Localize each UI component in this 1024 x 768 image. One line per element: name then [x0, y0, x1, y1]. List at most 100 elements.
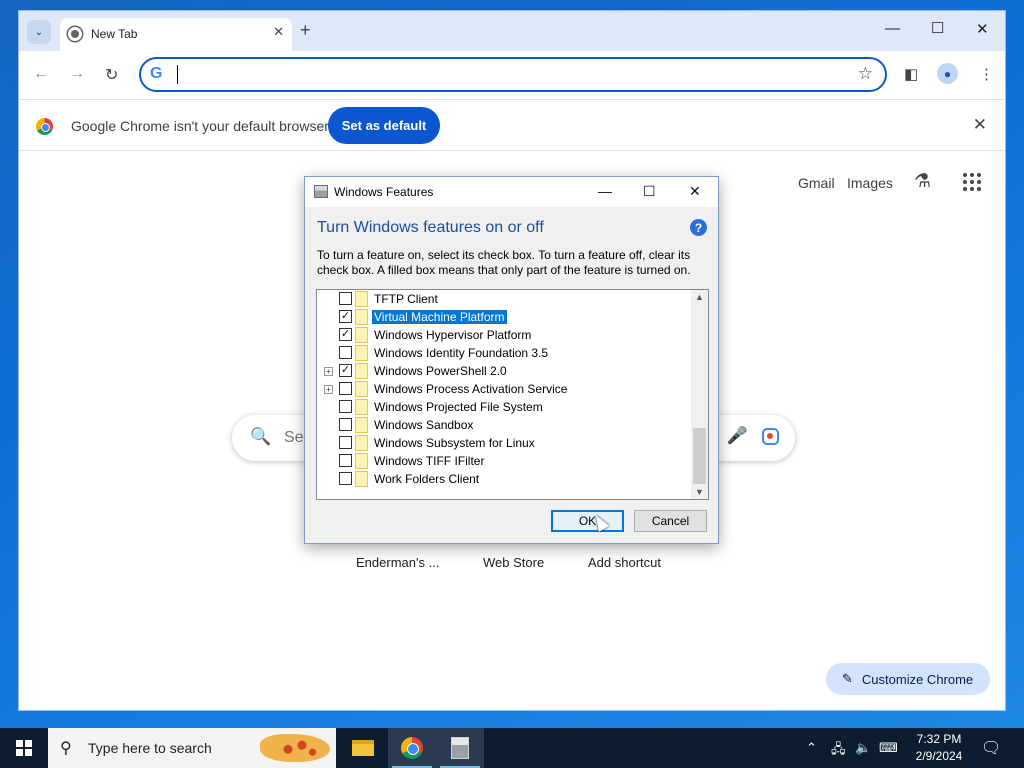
keyboard-icon[interactable]: ⌨	[879, 740, 898, 756]
feature-row[interactable]: Windows TIFF IFilter	[317, 452, 692, 470]
feature-label: Windows PowerShell 2.0	[374, 364, 507, 378]
google-g-icon: G	[150, 65, 163, 82]
folder-icon	[355, 309, 368, 325]
forward-arrow-icon[interactable]: →	[69, 65, 85, 83]
taskbar-search-placeholder: Type here to search	[88, 740, 212, 756]
dialog-title: Windows Features	[334, 185, 434, 199]
features-tree-list[interactable]: TFTP Client ✓ Virtual Machine Platform ✓ Win…	[316, 289, 709, 500]
feature-row[interactable]: Work Folders Client	[317, 470, 692, 488]
text-caret	[177, 65, 178, 84]
scroll-up-icon[interactable]: ▲	[695, 292, 704, 302]
feature-checkbox[interactable]	[339, 400, 352, 413]
dialog-heading: Turn Windows features on or off	[317, 219, 544, 236]
reload-icon[interactable]: ↻	[105, 65, 118, 85]
file-explorer-icon[interactable]	[339, 728, 387, 768]
feature-row[interactable]: Windows Sandbox	[317, 416, 692, 434]
tab-strip: ⌄ New Tab ✕ + — ☐ ✕	[19, 11, 1005, 51]
folder-icon	[355, 435, 368, 451]
set-as-default-button[interactable]: Set as default	[328, 107, 440, 144]
feature-row[interactable]: ✓ Windows Hypervisor Platform	[317, 326, 692, 344]
tab-close-icon[interactable]: ✕	[273, 24, 284, 40]
feature-row[interactable]: Windows Projected File System	[317, 398, 692, 416]
infobar-close-icon[interactable]: ✕	[973, 115, 987, 135]
feature-checkbox[interactable]	[339, 418, 352, 431]
shortcut-endermans[interactable]: Enderman's ...	[356, 555, 439, 570]
gmail-link[interactable]: Gmail	[798, 175, 835, 191]
dialog-close-icon[interactable]: ✕	[689, 183, 701, 200]
minimize-icon[interactable]: —	[885, 20, 900, 37]
feature-row[interactable]: Windows Subsystem for Linux	[317, 434, 692, 452]
dialog-description: To turn a feature on, select its check b…	[317, 248, 691, 277]
network-icon[interactable]: 🖧	[831, 740, 846, 762]
feature-checkbox[interactable]	[339, 382, 352, 395]
feature-checkbox[interactable]: ✓	[339, 364, 352, 377]
profile-avatar-icon[interactable]: ●	[937, 63, 958, 84]
feature-label: TFTP Client	[374, 292, 438, 306]
feature-row[interactable]: + Windows Process Activation Service	[317, 380, 692, 398]
labs-flask-icon[interactable]: ⚗	[914, 170, 931, 193]
voice-search-icon[interactable]: 🎤	[727, 426, 748, 446]
address-bar[interactable]: G ☆	[139, 57, 887, 92]
more-menu-icon[interactable]: ⋮	[979, 65, 994, 83]
folder-icon	[355, 453, 368, 469]
customize-chrome-button[interactable]: ✎ Customize Chrome	[826, 663, 990, 695]
feature-checkbox[interactable]: ✓	[339, 328, 352, 341]
taskbar-search-box[interactable]: ⚲ Type here to search	[48, 728, 336, 768]
cancel-button[interactable]: Cancel	[634, 510, 707, 532]
start-button[interactable]	[0, 728, 48, 768]
google-apps-icon[interactable]	[963, 173, 981, 191]
windows-features-icon[interactable]	[436, 728, 484, 768]
feature-label: Virtual Machine Platform	[371, 309, 508, 325]
google-lens-icon[interactable]	[762, 428, 779, 445]
scroll-down-icon[interactable]: ▼	[695, 487, 704, 497]
expand-plus-icon[interactable]: +	[324, 385, 333, 394]
browser-toolbar: ← → ↻ G ☆ ◧ ● ⋮	[19, 51, 1005, 98]
tab-new-tab[interactable]: New Tab ✕	[60, 18, 292, 51]
features-scrollbar[interactable]: ▲ ▼	[691, 290, 708, 499]
expand-plus-icon[interactable]: +	[324, 367, 333, 376]
clock-time: 7:32 PM	[916, 732, 962, 746]
tab-search-button[interactable]: ⌄	[27, 20, 51, 44]
shortcut-web-store[interactable]: Web Store	[483, 555, 544, 570]
side-panel-icon[interactable]: ◧	[904, 65, 918, 83]
tab-title: New Tab	[91, 27, 138, 41]
feature-label: Windows Subsystem for Linux	[374, 436, 535, 450]
folder-icon	[355, 399, 368, 415]
feature-checkbox[interactable]	[339, 346, 352, 359]
chrome-icon[interactable]	[388, 728, 436, 768]
back-arrow-icon[interactable]: ←	[33, 65, 49, 83]
dialog-minimize-icon[interactable]: —	[598, 183, 612, 199]
shortcut-add[interactable]: Add shortcut	[588, 555, 661, 570]
feature-checkbox[interactable]	[339, 454, 352, 467]
feature-checkbox[interactable]	[339, 292, 352, 305]
pencil-icon: ✎	[842, 671, 853, 686]
ok-button[interactable]: OK	[551, 510, 624, 532]
feature-checkbox[interactable]: ✓	[339, 310, 352, 323]
dialog-titlebar[interactable]: Windows Features — ☐ ✕	[305, 177, 718, 207]
folder-icon	[355, 417, 368, 433]
dialog-maximize-icon[interactable]: ☐	[643, 183, 656, 200]
volume-muted-icon[interactable]: 🔈	[855, 740, 871, 756]
scroll-thumb[interactable]	[693, 428, 706, 484]
folder-icon	[355, 327, 368, 343]
notifications-icon[interactable]: 🗨	[981, 738, 1001, 758]
images-link[interactable]: Images	[847, 175, 893, 191]
new-tab-button[interactable]: +	[300, 20, 311, 40]
feature-row[interactable]: Windows Identity Foundation 3.5	[317, 344, 692, 362]
folder-icon	[355, 381, 368, 397]
feature-label: Windows Projected File System	[374, 400, 543, 414]
taskbar-clock[interactable]: 7:32 PM 2/9/2024	[908, 731, 970, 765]
feature-row[interactable]: TFTP Client	[317, 290, 692, 308]
feature-row[interactable]: ✓ Virtual Machine Platform	[317, 308, 692, 326]
folder-icon	[355, 291, 368, 307]
window-close-icon[interactable]: ✕	[976, 20, 989, 38]
feature-row[interactable]: + ✓ Windows PowerShell 2.0	[317, 362, 692, 380]
infobar-message: Google Chrome isn't your default browser	[71, 118, 329, 134]
feature-checkbox[interactable]	[339, 436, 352, 449]
help-icon[interactable]: ?	[690, 219, 707, 236]
maximize-icon[interactable]: ☐	[931, 19, 944, 37]
search-highlight-pizza-icon	[260, 734, 330, 762]
feature-checkbox[interactable]	[339, 472, 352, 485]
bookmark-star-icon[interactable]: ☆	[858, 64, 873, 84]
show-hidden-icons-chevron-icon[interactable]: ⌃	[806, 740, 817, 756]
